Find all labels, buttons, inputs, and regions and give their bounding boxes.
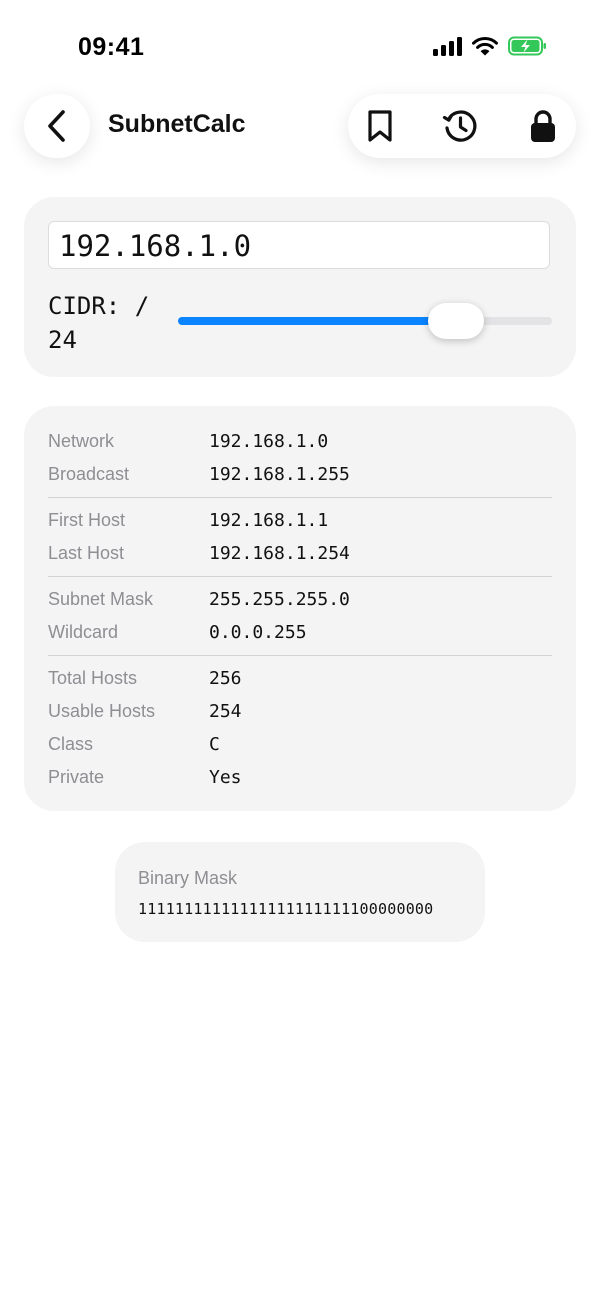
wifi-icon — [472, 37, 498, 56]
lock-icon — [531, 110, 555, 142]
result-row-broadcast: Broadcast 192.168.1.255 — [48, 457, 552, 491]
result-row-network: Network 192.168.1.0 — [48, 424, 552, 458]
result-value: 255.255.255.0 — [209, 589, 350, 610]
back-button[interactable] — [24, 94, 90, 158]
result-value: 192.168.1.1 — [209, 510, 329, 531]
result-value: 192.168.1.255 — [209, 464, 350, 485]
result-label: Subnet Mask — [48, 589, 154, 609]
result-value: 192.168.1.254 — [209, 543, 350, 564]
binary-mask-card: Binary Mask 1111111111111111111111110000… — [115, 842, 485, 942]
result-row-total-hosts: Total Hosts 256 — [48, 661, 552, 695]
cidr-slider-thumb[interactable] — [428, 303, 484, 339]
result-label: Network — [48, 431, 115, 451]
bookmark-icon — [368, 110, 392, 142]
result-label: First Host — [48, 510, 126, 530]
status-icons — [433, 36, 548, 56]
result-label: Class — [48, 734, 94, 754]
result-row-last-host: Last Host 192.168.1.254 — [48, 536, 552, 570]
result-row-subnet-mask: Subnet Mask 255.255.255.0 — [48, 582, 552, 616]
result-label: Wildcard — [48, 622, 119, 642]
cidr-label: CIDR: / 24 — [48, 292, 150, 354]
battery-charging-icon — [508, 36, 546, 56]
result-label: Total Hosts — [48, 668, 138, 688]
result-row-private: Private Yes — [48, 760, 552, 794]
header-actions — [348, 94, 576, 158]
result-row-first-host: First Host 192.168.1.1 — [48, 503, 552, 537]
results-card: Network 192.168.1.0 Broadcast 192.168.1.… — [24, 406, 576, 811]
binary-mask-value: 11111111111111111111111100000000 — [138, 900, 434, 918]
result-value: 0.0.0.255 — [209, 622, 307, 643]
lock-button[interactable] — [525, 108, 561, 144]
status-time: 09:41 — [78, 33, 145, 61]
divider — [48, 576, 552, 577]
result-label: Last Host — [48, 543, 125, 563]
ip-address-input[interactable]: 192.168.1.0 — [48, 221, 550, 269]
result-value: C — [209, 734, 220, 755]
divider — [48, 655, 552, 656]
history-button[interactable] — [442, 108, 478, 144]
binary-mask-label: Binary Mask — [138, 868, 238, 888]
divider — [48, 497, 552, 498]
result-label: Broadcast — [48, 464, 130, 484]
result-value: 192.168.1.0 — [209, 431, 329, 452]
app-title: SubnetCalc — [108, 110, 246, 138]
result-label: Private — [48, 767, 105, 787]
bookmark-button[interactable] — [362, 108, 398, 144]
cidr-slider[interactable] — [178, 303, 552, 339]
result-value: Yes — [209, 767, 242, 788]
result-value: 256 — [209, 668, 242, 689]
history-icon — [442, 110, 477, 142]
cidr-slider-fill — [178, 317, 456, 325]
result-row-wildcard: Wildcard 0.0.0.255 — [48, 615, 552, 649]
input-card: 192.168.1.0 CIDR: / 24 — [24, 197, 576, 377]
cellular-signal-icon — [433, 36, 462, 56]
status-bar: 09:41 — [0, 0, 600, 96]
result-label: Usable Hosts — [48, 701, 156, 721]
result-row-usable-hosts: Usable Hosts 254 — [48, 694, 552, 728]
chevron-left-icon — [48, 110, 65, 142]
result-row-class: Class C — [48, 727, 552, 761]
result-value: 254 — [209, 701, 242, 722]
